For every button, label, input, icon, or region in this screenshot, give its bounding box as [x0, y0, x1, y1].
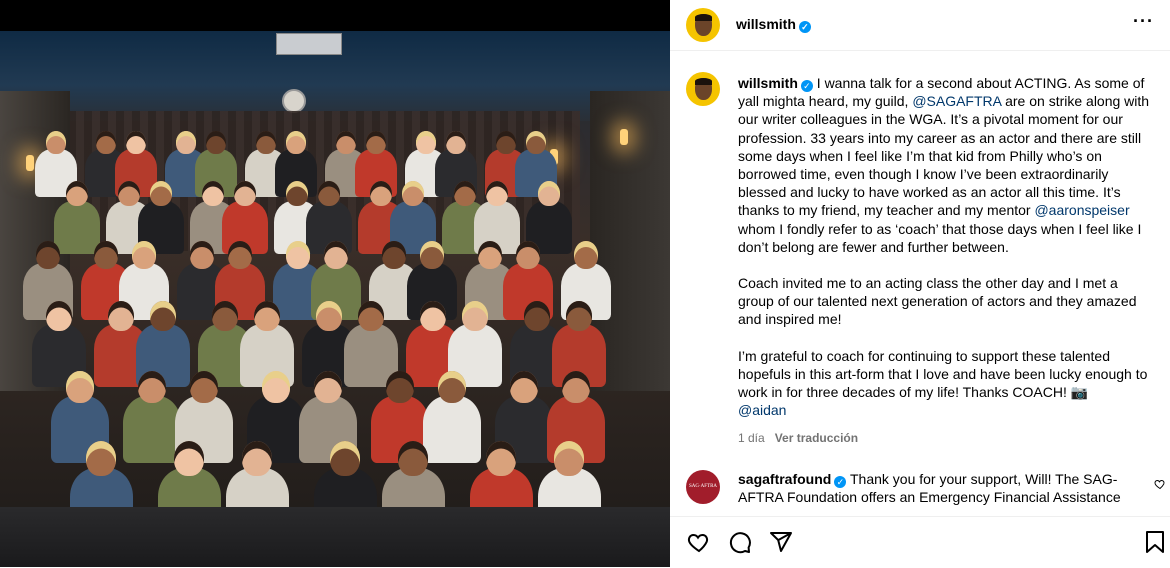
- comment-like-icon[interactable]: [1154, 478, 1166, 493]
- person-head: [526, 131, 546, 154]
- person-head: [150, 301, 176, 331]
- person-head: [366, 131, 386, 154]
- verified-icon: ✓: [834, 476, 847, 488]
- person-head: [36, 241, 60, 269]
- avatar[interactable]: [686, 72, 720, 106]
- person-head: [86, 441, 116, 476]
- comment-username[interactable]: sagaftrafound: [738, 471, 831, 487]
- person-head: [174, 441, 204, 476]
- person-head: [46, 131, 66, 154]
- person-head: [94, 241, 118, 269]
- person-head: [126, 131, 146, 154]
- person-head: [286, 181, 308, 207]
- person-head: [316, 301, 342, 331]
- mention-sagaftra[interactable]: @SAGAFTRA: [912, 93, 1001, 109]
- person-head: [202, 181, 224, 207]
- person-body: [122, 396, 182, 464]
- post-header: willsmith ✓ ···: [670, 0, 1170, 51]
- person-head: [510, 371, 538, 404]
- person-head: [486, 181, 508, 207]
- person-head: [108, 301, 134, 331]
- person-head: [554, 441, 584, 476]
- person-head: [524, 301, 550, 331]
- comment-icon[interactable]: [727, 529, 753, 555]
- person-head: [262, 371, 290, 404]
- person-head: [206, 131, 226, 154]
- person-head: [370, 181, 392, 207]
- share-icon[interactable]: [768, 529, 794, 555]
- caption-username[interactable]: willsmith: [738, 75, 798, 91]
- person-head: [150, 181, 172, 207]
- person-head: [566, 301, 592, 331]
- avatar[interactable]: [686, 8, 720, 42]
- person-head: [454, 181, 476, 207]
- person-head: [416, 131, 436, 154]
- person-head: [212, 301, 238, 331]
- caption-paragraph-1: willsmith ✓ I wanna talk for a second abo…: [738, 75, 1150, 255]
- person-head: [398, 441, 428, 476]
- person-head: [402, 181, 424, 207]
- verified-icon: ✓: [800, 80, 813, 92]
- person-head: [478, 241, 502, 269]
- person-head: [318, 181, 340, 207]
- person-head: [562, 371, 590, 404]
- person-head: [254, 301, 280, 331]
- post-details-panel: willsmith ✓ ··· willsmith ✓ I wanna talk f…: [670, 0, 1170, 568]
- person-head: [386, 371, 414, 404]
- person-head: [118, 181, 140, 207]
- person-body: [422, 396, 482, 464]
- person-head: [66, 181, 88, 207]
- person-head: [96, 131, 116, 154]
- person-head: [256, 131, 276, 154]
- person-head: [420, 301, 446, 331]
- person-head: [336, 131, 356, 154]
- person-head: [438, 371, 466, 404]
- person-head: [46, 301, 72, 331]
- heart-icon[interactable]: [686, 529, 712, 555]
- bookmark-icon[interactable]: [1142, 529, 1168, 555]
- person-head: [138, 371, 166, 404]
- person-head: [242, 441, 272, 476]
- caption-meta: 1 día Ver traducción: [738, 429, 1156, 447]
- action-bar: [670, 516, 1170, 568]
- post-media[interactable]: [0, 0, 670, 567]
- person-head: [228, 241, 252, 269]
- person-head: [486, 441, 516, 476]
- group-photo: [0, 31, 670, 567]
- person-head: [286, 241, 310, 269]
- person-head: [314, 371, 342, 404]
- more-horizontal-icon[interactable]: ···: [1133, 12, 1154, 30]
- comment-avatar[interactable]: SAG·AFTRA FOUNDATION: [686, 470, 720, 523]
- person-body: [53, 200, 101, 254]
- person-head: [66, 371, 94, 404]
- see-translation-button[interactable]: Ver traducción: [775, 431, 858, 445]
- person-head: [132, 241, 156, 269]
- person-head: [462, 301, 488, 331]
- header-username[interactable]: willsmith ✓: [736, 16, 811, 33]
- person-head: [324, 241, 348, 269]
- person-head: [574, 241, 598, 269]
- person-head: [538, 181, 560, 207]
- person-head: [496, 131, 516, 154]
- person-head: [234, 181, 256, 207]
- person-head: [190, 241, 214, 269]
- verified-icon: ✓: [798, 21, 811, 33]
- post-time[interactable]: 1 día: [738, 431, 765, 445]
- person-head: [446, 131, 466, 154]
- person-head: [176, 131, 196, 154]
- person-head: [382, 241, 406, 269]
- mention-aaronspeiser[interactable]: @aaronspeiser: [1034, 202, 1129, 218]
- person-head: [330, 441, 360, 476]
- person-head: [190, 371, 218, 404]
- caption-paragraph-3: I’m grateful to coach for continuing to …: [738, 347, 1148, 419]
- person-head: [358, 301, 384, 331]
- caption-paragraph-2: Coach invited me to an acting class the …: [738, 275, 1137, 328]
- person-head: [516, 241, 540, 269]
- person-head: [420, 241, 444, 269]
- person-head: [286, 131, 306, 154]
- mention-aidan[interactable]: @aidan: [738, 402, 786, 418]
